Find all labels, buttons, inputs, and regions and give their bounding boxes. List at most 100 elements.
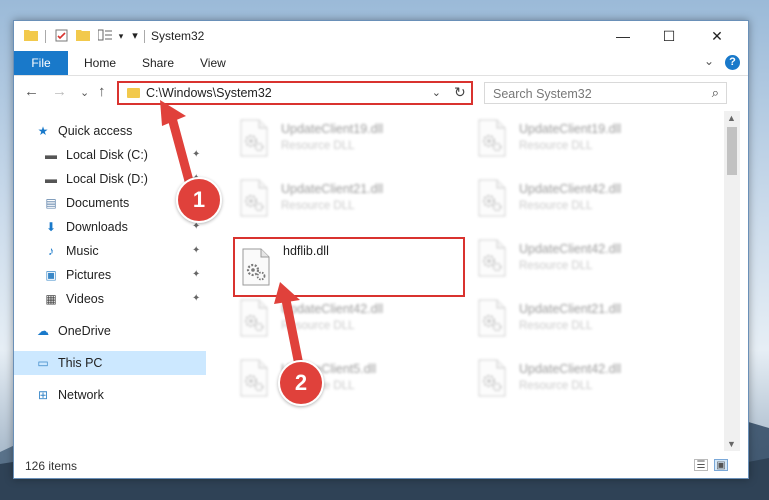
file-name: UpdateClient21.dll [281, 182, 384, 196]
address-path[interactable]: C:\Windows\System32 [146, 86, 272, 100]
sidebar-item-local-disk-c[interactable]: ▬ Local Disk (C:) ✦ [14, 143, 206, 167]
file-name: UpdateClient42.dll [519, 182, 622, 196]
back-button[interactable]: ← [24, 84, 39, 100]
close-button[interactable]: ✕ [694, 21, 740, 51]
refresh-icon: ↻ [454, 84, 466, 100]
tab-home[interactable]: Home [84, 51, 116, 75]
dll-file-icon [477, 119, 507, 157]
sidebar-item-network[interactable]: ⊞ Network [14, 383, 206, 407]
refresh-button[interactable]: ↻ [449, 81, 473, 105]
folder-icon [127, 88, 140, 98]
dll-file-icon [477, 239, 507, 277]
step-badge-1: 1 [176, 177, 222, 223]
sidebar-item-downloads[interactable]: ⬇ Downloads ✦ [14, 215, 206, 239]
maximize-button[interactable]: ☐ [646, 21, 692, 51]
file-tile[interactable]: UpdateClient21.dll Resource DLL [233, 175, 465, 223]
dll-file-icon [239, 179, 269, 217]
file-name: hdflib.dll [283, 244, 329, 258]
properties-icon[interactable] [54, 29, 68, 43]
computer-icon: ▭ [37, 356, 49, 370]
customize-toolbar-icon[interactable] [97, 29, 112, 43]
search-input[interactable]: Search System32 [493, 87, 592, 101]
scroll-up-icon[interactable]: ▲ [727, 113, 736, 123]
file-explorer-window: ▾ ▾ System32 — ☐ ✕ File Home Share View … [13, 20, 749, 479]
sidebar-item-local-disk-d[interactable]: ▬ Local Disk (D:) ✦ [14, 167, 206, 191]
search-box[interactable]: Search System32 ⌕ [484, 82, 727, 104]
new-folder-icon[interactable] [76, 29, 90, 43]
sidebar-item-pictures[interactable]: ▣ Pictures ✦ [14, 263, 206, 287]
sidebar-item-label: Network [58, 388, 104, 402]
navigation-pane: ★ Quick access ▬ Local Disk (C:) ✦ ▬ Loc… [14, 111, 206, 451]
sidebar-item-label: Music [66, 244, 99, 258]
file-tile[interactable]: UpdateClient19.dll Resource DLL [233, 115, 465, 163]
dll-file-icon [477, 359, 507, 397]
file-type: Resource DLL [519, 260, 593, 272]
sidebar-item-music[interactable]: ♪ Music ✦ [14, 239, 206, 263]
recent-locations-button[interactable]: ⌄ [80, 85, 89, 101]
file-type: Resource DLL [281, 140, 355, 152]
quick-access-menu-icon[interactable]: ▾ [128, 29, 142, 43]
pin-icon[interactable]: ✦ [192, 263, 200, 287]
pin-icon[interactable]: ✦ [192, 287, 200, 311]
sidebar-item-this-pc[interactable]: ▭ This PC [14, 351, 206, 375]
dll-file-icon [239, 119, 269, 157]
dropdown-arrow-icon[interactable]: ▾ [114, 29, 128, 43]
network-icon: ⊞ [37, 388, 49, 402]
dll-file-icon [241, 248, 271, 286]
picture-icon: ▣ [45, 268, 57, 282]
file-tile[interactable]: UpdateClient42.dll Resource DLL [471, 235, 703, 283]
file-tile[interactable]: UpdateClient5.dll Resource DLL [233, 355, 465, 403]
status-bar: 126 items ☰ ▣ [14, 453, 748, 478]
tab-file[interactable]: File [14, 51, 68, 75]
tab-view[interactable]: View [200, 51, 226, 75]
help-icon[interactable]: ? [725, 55, 740, 70]
pin-icon[interactable]: ✦ [192, 239, 200, 263]
minimize-button[interactable]: — [600, 21, 646, 51]
file-type: Resource DLL [519, 140, 593, 152]
sidebar-item-label: Local Disk (C:) [66, 148, 148, 162]
document-icon: ▤ [45, 196, 57, 210]
sidebar-item-quick-access[interactable]: ★ Quick access [14, 119, 206, 143]
file-name: UpdateClient42.dll [519, 362, 622, 376]
drive-icon: ▬ [45, 172, 57, 186]
video-icon: ▦ [45, 292, 57, 306]
sidebar-item-onedrive[interactable]: ☁ OneDrive [14, 319, 206, 343]
vertical-scrollbar[interactable]: ▲ ▼ [724, 111, 740, 451]
file-name: UpdateClient19.dll [281, 122, 384, 136]
pin-icon[interactable]: ✦ [192, 143, 200, 167]
file-tile-hdflib[interactable]: hdflib.dll [233, 237, 465, 297]
file-tile[interactable]: UpdateClient19.dll Resource DLL [471, 115, 703, 163]
details-view-icon[interactable]: ☰ [694, 459, 708, 471]
dll-file-icon [239, 359, 269, 397]
file-name: UpdateClient19.dll [519, 122, 622, 136]
sidebar-item-label: OneDrive [58, 324, 111, 338]
sidebar-item-videos[interactable]: ▦ Videos ✦ [14, 287, 206, 311]
file-type: Resource DLL [281, 320, 355, 332]
large-icons-view-icon[interactable]: ▣ [714, 459, 728, 471]
scroll-thumb[interactable] [727, 127, 737, 175]
address-dropdown-icon[interactable]: ⌄ [432, 86, 441, 99]
drive-icon: ▬ [45, 148, 57, 162]
dll-file-icon [477, 179, 507, 217]
music-icon: ♪ [48, 244, 54, 258]
ribbon-tabs: File Home Share View ⌄ ? [14, 51, 748, 76]
file-tile[interactable]: UpdateClient42.dll Resource DLL [471, 355, 703, 403]
search-icon[interactable]: ⌕ [712, 85, 719, 101]
file-tile[interactable]: UpdateClient21.dll Resource DLL [471, 295, 703, 343]
up-button[interactable]: ↑ [98, 84, 106, 100]
file-tile[interactable]: UpdateClient42.dll Resource DLL [471, 175, 703, 223]
cloud-icon: ☁ [37, 324, 49, 338]
forward-button[interactable]: → [52, 84, 67, 100]
file-type: Resource DLL [519, 320, 593, 332]
file-name: UpdateClient21.dll [519, 302, 622, 316]
file-tile[interactable]: UpdateClient42.dll Resource DLL [233, 295, 465, 343]
tab-share[interactable]: Share [142, 51, 174, 75]
file-name: UpdateClient42.dll [519, 242, 622, 256]
dll-file-icon [239, 299, 269, 337]
ribbon-expand-icon[interactable]: ⌄ [704, 54, 714, 68]
navigation-bar: ← → ⌄ ↑ C:\Windows\System32 ⌄ ↻ Search S… [14, 76, 748, 110]
star-icon: ★ [37, 124, 49, 138]
address-bar[interactable]: C:\Windows\System32 ⌄ [117, 81, 473, 105]
file-type: Resource DLL [519, 200, 593, 212]
scroll-down-icon[interactable]: ▼ [727, 439, 736, 449]
